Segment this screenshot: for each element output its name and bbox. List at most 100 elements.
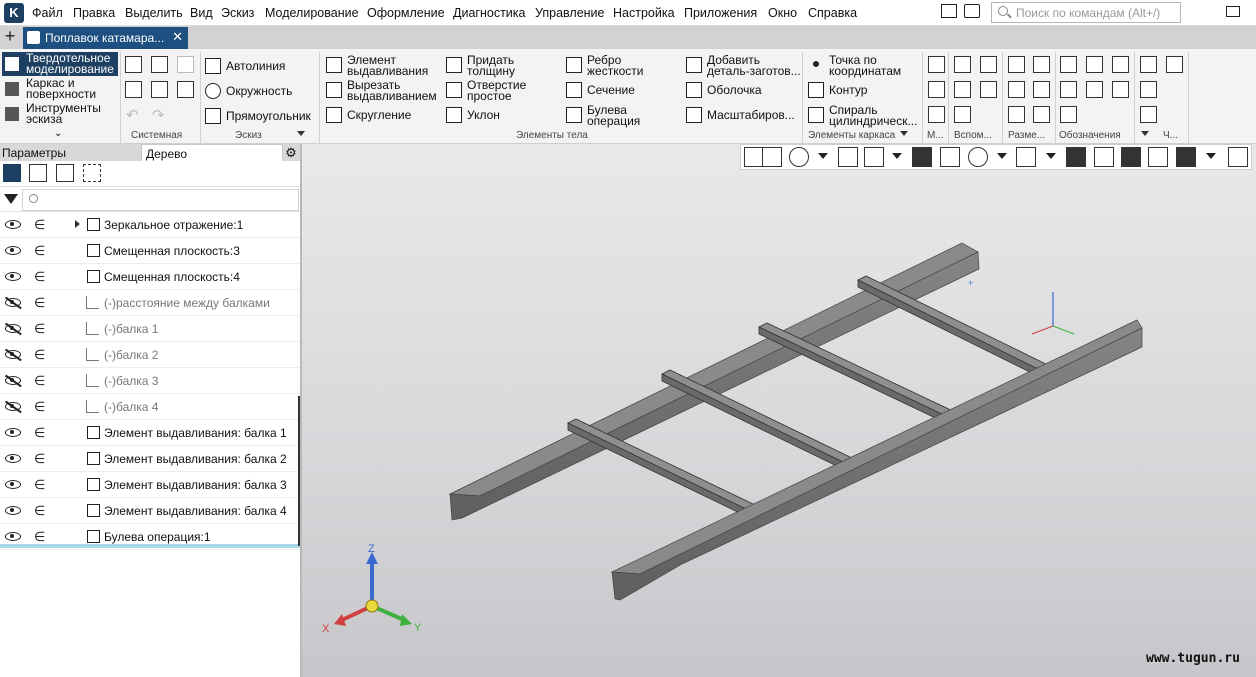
designations-group-dropdown-icon[interactable] — [1141, 131, 1149, 136]
copy-object-icon[interactable] — [1166, 56, 1183, 73]
mirror-icon[interactable] — [928, 106, 945, 123]
tree-hierarchy-icon[interactable] — [29, 164, 47, 182]
aux-line-icon[interactable] — [954, 106, 971, 123]
eye-icon[interactable] — [5, 220, 21, 229]
circle-button[interactable]: Окружность — [205, 80, 315, 104]
save-all-icon[interactable] — [177, 81, 194, 98]
detail-icon[interactable] — [1140, 56, 1157, 73]
pattern-icon[interactable] — [928, 81, 945, 98]
aux-plane-icon[interactable] — [954, 81, 971, 98]
frame-group-dropdown-icon[interactable] — [900, 131, 908, 136]
new-document-icon[interactable] — [125, 56, 142, 73]
eye-hidden-icon[interactable] — [5, 350, 21, 359]
tab-parameters[interactable]: Параметры — [2, 146, 66, 160]
app-logo-icon[interactable]: K — [4, 3, 24, 23]
autoline-button[interactable]: Автолиния — [205, 55, 315, 79]
preview-icon[interactable] — [151, 81, 168, 98]
tree-filter-input[interactable] — [22, 189, 299, 211]
axis-icon[interactable] — [954, 56, 971, 73]
restore-window-icon[interactable] — [1226, 6, 1240, 17]
tree-structure-icon[interactable] — [3, 164, 21, 182]
menu-item-2[interactable]: Правка — [73, 6, 115, 20]
tree-selection-icon[interactable] — [83, 164, 101, 182]
tree-row[interactable]: ∈ Элемент выдавливания: балка 2 — [0, 446, 300, 472]
auto-dimension-icon[interactable] — [1008, 106, 1025, 123]
cut-extrude-button[interactable]: Вырезать выдавливанием — [326, 79, 441, 103]
menu-item-11[interactable]: Приложения — [684, 6, 757, 20]
draft-button[interactable]: Уклон — [446, 104, 556, 128]
tree-row[interactable]: ∈ (-)балка 2 — [0, 342, 300, 368]
menu-item-10[interactable]: Настройка — [613, 6, 675, 20]
eye-icon[interactable] — [5, 480, 21, 489]
contour-button[interactable]: Контур — [808, 79, 920, 103]
menu-item-1[interactable]: Файл — [32, 6, 63, 20]
rectangle-button[interactable]: Прямоугольник — [205, 105, 320, 129]
tree-row[interactable]: ∈ Элемент выдавливания: балка 4 — [0, 498, 300, 524]
measure-icon[interactable] — [1140, 81, 1157, 98]
eye-icon[interactable] — [5, 428, 21, 437]
local-cs-icon[interactable] — [980, 56, 997, 73]
leader-dimension-icon[interactable] — [1033, 106, 1050, 123]
shell-button[interactable]: Оболочка — [686, 79, 801, 103]
filter-icon[interactable] — [4, 194, 18, 204]
tolerance-icon[interactable] — [1086, 81, 1103, 98]
menu-item-7[interactable]: Оформление — [367, 6, 445, 20]
menu-item-3[interactable]: Выделить — [125, 6, 183, 20]
eye-hidden-icon[interactable] — [5, 402, 21, 411]
menu-item-9[interactable]: Управление — [535, 6, 605, 20]
menu-item-13[interactable]: Справка — [808, 6, 857, 20]
menu-item-6[interactable]: Моделирование — [265, 6, 359, 20]
text-icon[interactable] — [1060, 106, 1077, 123]
eye-hidden-icon[interactable] — [5, 376, 21, 385]
eye-icon[interactable] — [5, 454, 21, 463]
tree-row[interactable]: ∈ (-)балка 4 — [0, 394, 300, 420]
eye-icon[interactable] — [5, 506, 21, 515]
catamaran-float-model[interactable]: + Z X Y — [302, 144, 1256, 677]
thicken-button[interactable]: Придать толщину — [446, 54, 556, 78]
tree-row[interactable]: ∈ Зеркальное отражение:1 — [0, 212, 300, 238]
section-button[interactable]: Сечение — [566, 79, 676, 103]
tree-row[interactable]: ∈ Элемент выдавливания: балка 3 — [0, 472, 300, 498]
leader-icon[interactable] — [1060, 81, 1077, 98]
helix-button[interactable]: Спираль цилиндрическ... — [808, 104, 920, 128]
tab-tree[interactable]: Дерево — [141, 144, 283, 161]
menu-item-12[interactable]: Окно — [768, 6, 797, 20]
tree-row[interactable]: ∈ Элемент выдавливания: балка 1 — [0, 420, 300, 446]
tree-row[interactable]: ∈ (-)балка 1 — [0, 316, 300, 342]
command-search-input[interactable]: Поиск по командам (Alt+/) — [991, 2, 1181, 23]
fillet-button[interactable]: Скругление — [326, 104, 441, 128]
close-tab-icon[interactable]: ✕ — [172, 29, 183, 45]
diameter-dimension-icon[interactable] — [1033, 56, 1050, 73]
expand-arrow-icon[interactable] — [75, 220, 80, 228]
screenshot-icon[interactable] — [964, 4, 980, 18]
menu-item-4[interactable]: Вид — [190, 6, 213, 20]
rib-button[interactable]: Ребро жесткости — [566, 54, 676, 78]
radius-dimension-icon[interactable] — [1033, 81, 1050, 98]
angle-dimension-icon[interactable] — [1008, 81, 1025, 98]
expand-modes-icon[interactable]: ⌄ — [54, 128, 62, 139]
add-tab-button[interactable]: + — [0, 27, 20, 47]
mode-solid-modeling[interactable]: Твердотельное моделирование — [2, 52, 118, 76]
print-icon[interactable] — [125, 81, 142, 98]
window-mode-icon[interactable] — [941, 4, 957, 18]
linear-dimension-icon[interactable] — [1008, 56, 1025, 73]
hole-button[interactable]: Отверстие простое — [446, 79, 556, 103]
extrude-button[interactable]: Элемент выдавливания — [326, 54, 441, 78]
tree-row[interactable]: ∈ Смещенная плоскость:3 — [0, 238, 300, 264]
eye-icon[interactable] — [5, 532, 21, 541]
mode-frame-surfaces[interactable]: Каркас и поверхности — [2, 77, 118, 101]
gear-icon[interactable]: ⚙ — [283, 145, 299, 161]
hierarchy-icon[interactable] — [1140, 106, 1157, 123]
open-folder-icon[interactable] — [151, 56, 168, 73]
sketch-group-dropdown-icon[interactable] — [297, 131, 305, 136]
control-point-icon[interactable] — [980, 81, 997, 98]
position-mark-icon[interactable] — [1112, 81, 1129, 98]
mode-sketch-tools[interactable]: Инструменты эскиза — [2, 102, 118, 126]
document-tab[interactable]: Поплавок катамара... ✕ — [23, 27, 188, 49]
boolean-button[interactable]: Булева операция — [566, 104, 676, 128]
point-by-coords-button[interactable]: Точка по координатам — [808, 54, 920, 78]
tree-row[interactable]: ∈ (-)расстояние между балками — [0, 290, 300, 316]
base-icon[interactable] — [1112, 56, 1129, 73]
thread-icon[interactable] — [1060, 56, 1077, 73]
array-icon[interactable] — [928, 56, 945, 73]
